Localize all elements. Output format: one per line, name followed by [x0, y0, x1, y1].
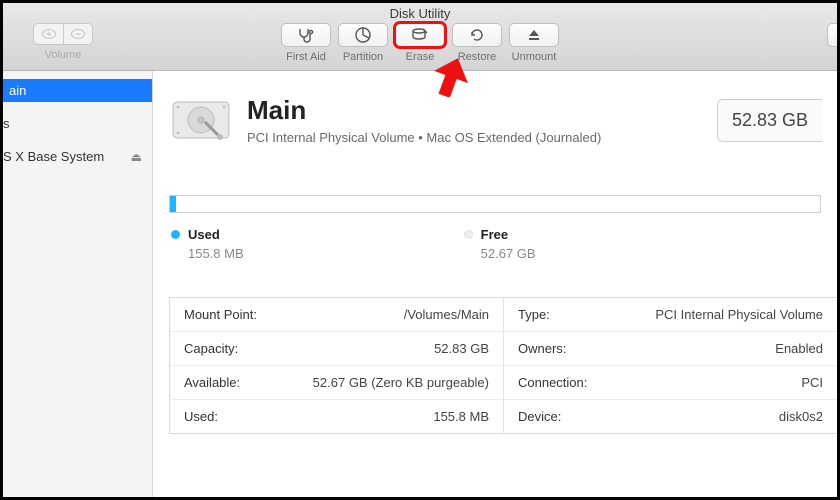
table-row: Capacity:52.83 GB [170, 332, 503, 366]
toolbar-overflow-button[interactable] [827, 23, 837, 47]
erase-button[interactable]: Erase [395, 23, 445, 63]
sidebar-item-1[interactable]: s [3, 112, 152, 135]
table-row: Connection:PCI [504, 366, 837, 400]
sidebar-item-main[interactable]: ain [3, 79, 152, 102]
unmount-button[interactable]: Unmount [509, 23, 559, 63]
dot-icon [464, 230, 473, 239]
details-table: Mount Point:/Volumes/Main Capacity:52.83… [169, 297, 837, 434]
legend-used: Used 155.8 MB [171, 227, 244, 261]
volume-name: Main [247, 95, 703, 126]
table-row: Device:disk0s2 [504, 400, 837, 433]
erase-icon [410, 27, 430, 43]
disk-icon [169, 96, 233, 144]
eject-icon [526, 27, 542, 43]
table-row: Used:155.8 MB [170, 400, 503, 433]
volume-remove-button[interactable] [63, 23, 93, 45]
dot-icon [171, 230, 180, 239]
toolbar: Disk Utility Volume First Aid Partition [3, 3, 837, 71]
volume-remove-icon [70, 28, 86, 40]
sidebar: ain s S X Base System ⏏ [3, 71, 153, 497]
eject-icon[interactable]: ⏏ [131, 150, 142, 164]
toolbar-center-buttons: First Aid Partition Erase Restore Unmoun… [281, 23, 559, 63]
restore-button[interactable]: Restore [452, 23, 502, 63]
partition-button[interactable]: Partition [338, 23, 388, 63]
window-title: Disk Utility [3, 6, 837, 21]
table-row: Type:PCI Internal Physical Volume [504, 298, 837, 332]
capacity-badge: 52.83 GB [717, 99, 822, 142]
legend-free: Free 52.67 GB [464, 227, 536, 261]
usage-bar [169, 195, 821, 213]
main-panel: Main PCI Internal Physical Volume • Mac … [153, 71, 837, 497]
volume-label: Volume [45, 49, 82, 61]
pie-icon [354, 26, 372, 44]
volume-group: Volume [33, 23, 93, 61]
first-aid-button[interactable]: First Aid [281, 23, 331, 63]
restore-icon [468, 26, 486, 44]
volume-add-button[interactable] [33, 23, 63, 45]
table-row: Owners:Enabled [504, 332, 837, 366]
table-row: Available:52.67 GB (Zero KB purgeable) [170, 366, 503, 400]
table-row: Mount Point:/Volumes/Main [170, 298, 503, 332]
volume-add-icon [41, 28, 57, 40]
usage-bar-used-segment [170, 196, 176, 212]
sidebar-item-base-system[interactable]: S X Base System ⏏ [3, 145, 152, 168]
volume-subtitle: PCI Internal Physical Volume • Mac OS Ex… [247, 130, 703, 145]
stethoscope-icon [296, 27, 316, 43]
